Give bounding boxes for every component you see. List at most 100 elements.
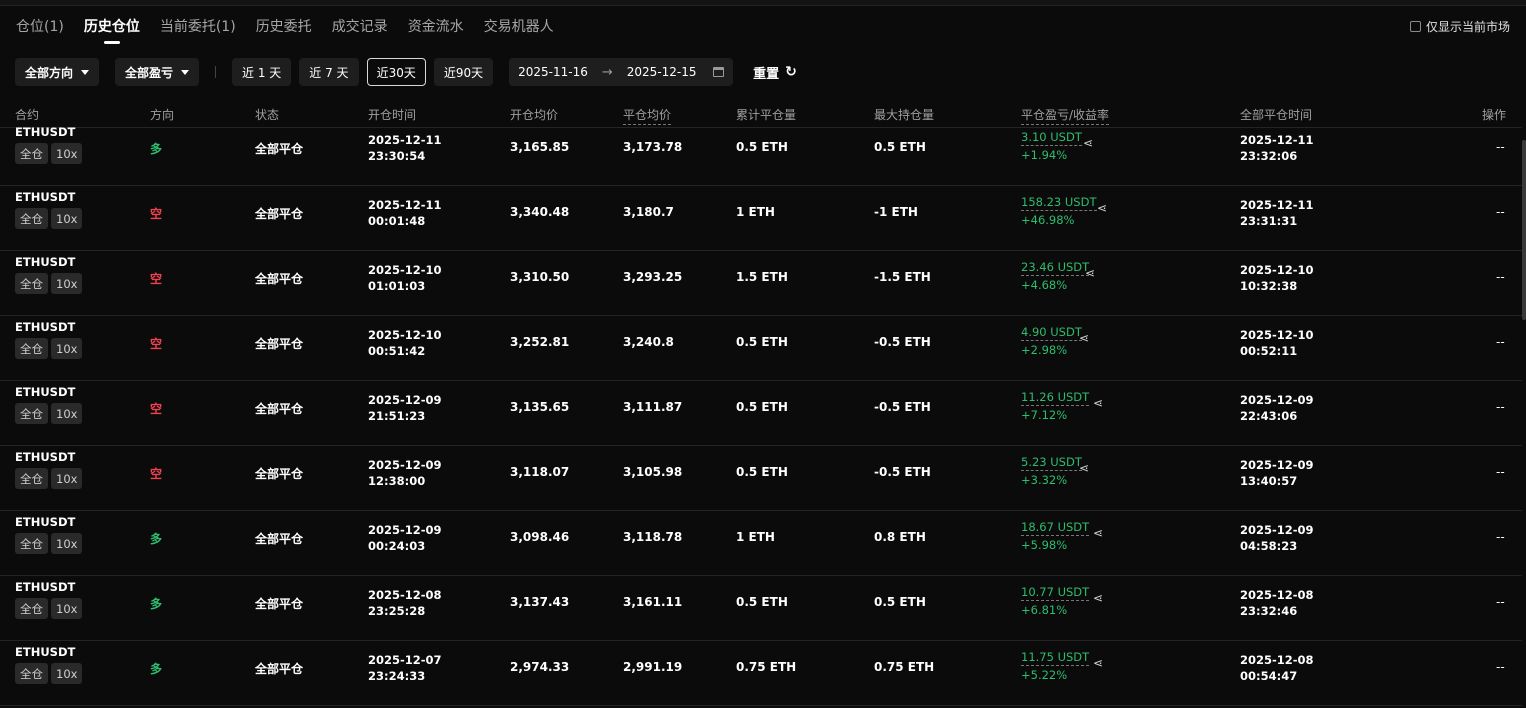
status-value: 全部平仓 [255,337,304,351]
range-30d-button[interactable]: 近30天 [366,58,426,86]
open-time-value: 2025-12-11 00:01:48 [368,197,442,229]
date-to[interactable]: 2025-12-15 [627,65,697,79]
date-range-picker[interactable]: 2025-11-16 → 2025-12-15 [509,58,734,86]
pnl-amount[interactable]: 11.75 USDT [1021,650,1090,666]
tab-order-history[interactable]: 历史委托 [256,16,312,44]
avg-open-price: 3,252.81 [510,335,570,349]
open-time-value: 2025-12-09 12:38:00 [368,457,442,489]
only-current-market-toggle[interactable]: 仅显示当前市场 [1409,18,1510,35]
only-current-market-label: 仅显示当前市场 [1425,20,1510,34]
window-top-strip [0,0,1526,6]
col-avg-close[interactable]: 平仓均价 [623,106,672,125]
scrollbar[interactable] [1522,140,1526,320]
open-clock: 12:38:00 [368,474,426,488]
pnl-amount[interactable]: 11.26 USDT [1021,390,1090,406]
close-clock: 13:40:57 [1240,474,1298,488]
pnl-dropdown-label: 全部盈亏 [125,65,174,80]
refresh-icon: ↻ [785,64,797,80]
contract-symbol[interactable]: ETHUSDT [15,255,75,269]
pnl-amount[interactable]: 10.77 USDT [1021,585,1090,601]
roi-value: +3.32% [1021,473,1068,487]
range-1d-button[interactable]: 近 1 天 [232,58,292,86]
open-date: 2025-12-09 [368,458,442,472]
close-clock: 23:32:46 [1240,604,1298,618]
tab-trade-history[interactable]: 成交记录 [332,16,388,44]
direction-value: 多 [150,662,163,676]
pnl-value: 10.77 USDT +6.81% [1021,583,1090,619]
max-hold-qty: -1.5 ETH [874,270,931,284]
contract-symbol[interactable]: ETHUSDT [15,645,75,659]
direction-value: 空 [150,207,163,221]
cumulative-close-qty: 0.5 ETH [736,400,788,414]
pnl-amount[interactable]: 23.46 USDT [1021,260,1090,276]
roi-value: +6.81% [1021,603,1068,617]
avg-open-price: 2,974.33 [510,660,570,674]
cumulative-close-qty: 1 ETH [736,205,775,219]
max-hold-qty: -0.5 ETH [874,465,931,479]
pnl-value: 11.75 USDT +5.22% [1021,648,1090,684]
cumulative-close-qty: 0.5 ETH [736,465,788,479]
pnl-amount[interactable]: 3.10 USDT [1021,130,1082,146]
range-7d-button[interactable]: 近 7 天 [299,58,359,86]
max-hold-qty: 0.75 ETH [874,660,935,674]
pnl-dropdown[interactable]: 全部盈亏 [115,58,200,86]
direction-dropdown[interactable]: 全部方向 [15,58,100,86]
reset-button[interactable]: 重置 ↻ [753,63,797,82]
col-action: 操作 [1482,108,1507,122]
col-pnl[interactable]: 平仓盈亏/收益率 [1021,106,1110,125]
avg-close-price: 3,180.7 [623,205,674,219]
max-hold-qty: -0.5 ETH [874,335,931,349]
action-value: -- [1496,205,1505,219]
max-hold-qty: 0.5 ETH [874,140,926,154]
close-time-value: 2025-12-09 04:58:23 [1240,522,1314,554]
tab-open-orders[interactable]: 当前委托(1) [160,16,236,44]
contract-symbol[interactable]: ETHUSDT [15,190,75,204]
action-value: -- [1496,595,1505,609]
max-hold-qty: 0.8 ETH [874,530,926,544]
table-row: ETHUSDT 全仓 10x 空 全部平仓 2025-12-09 21:51:23 3,135… [0,381,1522,446]
date-from[interactable]: 2025-11-16 [518,65,588,79]
close-time-value: 2025-12-10 00:52:11 [1240,327,1314,359]
contract-symbol[interactable]: ETHUSDT [15,515,75,529]
roi-value: +5.98% [1021,538,1068,552]
status-value: 全部平仓 [255,207,304,221]
avg-close-price: 3,105.98 [623,465,683,479]
contract-symbol[interactable]: ETHUSDT [15,385,75,399]
margin-mode-badge: 全仓 [15,468,48,489]
pnl-value: 4.90 USDT +2.98% [1021,323,1082,359]
share-icon[interactable]: ⋖ [1093,656,1103,670]
open-date: 2025-12-10 [368,328,442,342]
contract-symbol[interactable]: ETHUSDT [15,125,75,139]
pnl-amount[interactable]: 18.67 USDT [1021,520,1090,536]
tab-position-history[interactable]: 历史仓位 [84,16,140,44]
pnl-amount[interactable]: 5.23 USDT [1021,455,1082,471]
roi-value: +2.98% [1021,343,1068,357]
range-90d-button[interactable]: 近90天 [433,58,494,86]
contract-symbol[interactable]: ETHUSDT [15,450,75,464]
tab-trading-bots[interactable]: 交易机器人 [484,16,554,44]
share-icon[interactable]: ⋖ [1079,461,1089,475]
contract-symbol[interactable]: ETHUSDT [15,580,75,594]
tab-positions[interactable]: 仓位(1) [16,16,64,44]
pnl-amount[interactable]: 158.23 USDT [1021,195,1097,211]
contract-symbol[interactable]: ETHUSDT [15,320,75,334]
action-value: -- [1496,465,1505,479]
tab-funding-flow[interactable]: 资金流水 [408,16,464,44]
roi-value: +4.68% [1021,278,1068,292]
share-icon[interactable]: ⋖ [1079,331,1089,345]
only-current-market-checkbox[interactable] [1409,21,1421,32]
direction-value: 空 [150,337,163,351]
share-icon[interactable]: ⋖ [1097,201,1107,215]
share-icon[interactable]: ⋖ [1083,136,1093,150]
share-icon[interactable]: ⋖ [1085,266,1095,280]
tab-bar: 仓位(1) 历史仓位 当前委托(1) 历史委托 成交记录 资金流水 交易机器人 [16,16,574,46]
close-time-value: 2025-12-09 13:40:57 [1240,457,1314,489]
share-icon[interactable]: ⋖ [1093,396,1103,410]
cumulative-close-qty: 0.5 ETH [736,335,788,349]
share-icon[interactable]: ⋖ [1093,526,1103,540]
share-icon[interactable]: ⋖ [1093,591,1103,605]
close-clock: 10:32:38 [1240,279,1298,293]
pnl-amount[interactable]: 4.90 USDT [1021,325,1082,341]
calendar-icon[interactable] [713,67,725,77]
open-time-value: 2025-12-08 23:25:28 [368,587,442,619]
